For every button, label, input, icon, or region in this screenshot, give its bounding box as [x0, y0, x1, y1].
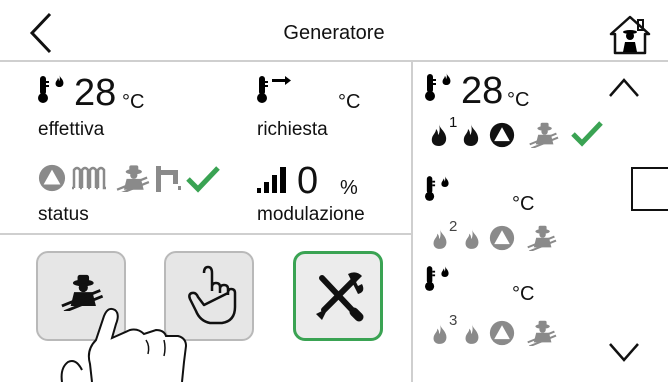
temp-requested-icon [257, 74, 291, 106]
gen1-temp-value: 28 [461, 70, 504, 112]
temp-requested-label: richiesta [257, 119, 328, 140]
tools-icon [316, 272, 364, 322]
modulation-value: 0 [297, 160, 319, 202]
home-icon [609, 15, 651, 55]
buttons-divider [0, 233, 411, 235]
temp-requested-unit: °C [338, 91, 361, 113]
tap-icon [156, 166, 181, 192]
tools-button[interactable] [293, 251, 383, 341]
chimney-sweep-icon [116, 165, 150, 192]
gen3-status-icons [425, 310, 575, 350]
temp-actual-value: 28 [74, 72, 117, 114]
signal-bars-icon [257, 166, 287, 194]
gen1-temp-icon [425, 72, 457, 104]
gen3-temp-icon [425, 265, 457, 295]
scroll-down-button[interactable] [606, 338, 642, 368]
header-divider [0, 60, 668, 62]
chevron-down-icon [609, 343, 639, 362]
temp-actual-label: effettiva [38, 119, 105, 140]
gen3-temp-unit: °C [512, 283, 535, 305]
gen2-index: 2 [449, 218, 458, 235]
gen1-index: 1 [449, 114, 458, 131]
scroll-up-button[interactable] [606, 72, 642, 102]
scrollbar-thumb[interactable] [631, 167, 668, 211]
pump-icon [38, 164, 66, 192]
modulation-label: modulazione [257, 204, 365, 225]
right-panel-divider [411, 61, 413, 382]
chevron-up-icon [609, 78, 639, 97]
radiator-icon [72, 166, 106, 190]
gen3-index: 3 [449, 312, 458, 329]
status-label: status [38, 204, 89, 225]
status-icons [38, 162, 238, 194]
gen2-temp-icon [425, 175, 457, 205]
modulation-unit: % [340, 177, 358, 199]
gen2-status-icons [425, 215, 575, 255]
page-title: Generatore [283, 22, 385, 44]
pointing-hand-icon [60, 307, 188, 382]
check-icon [186, 166, 220, 193]
temp-actual-unit: °C [122, 91, 145, 113]
gen1-temp-unit: °C [507, 89, 530, 111]
home-button[interactable] [609, 14, 651, 56]
temp-actual-icon [38, 74, 70, 106]
gen2-temp-unit: °C [512, 193, 535, 215]
